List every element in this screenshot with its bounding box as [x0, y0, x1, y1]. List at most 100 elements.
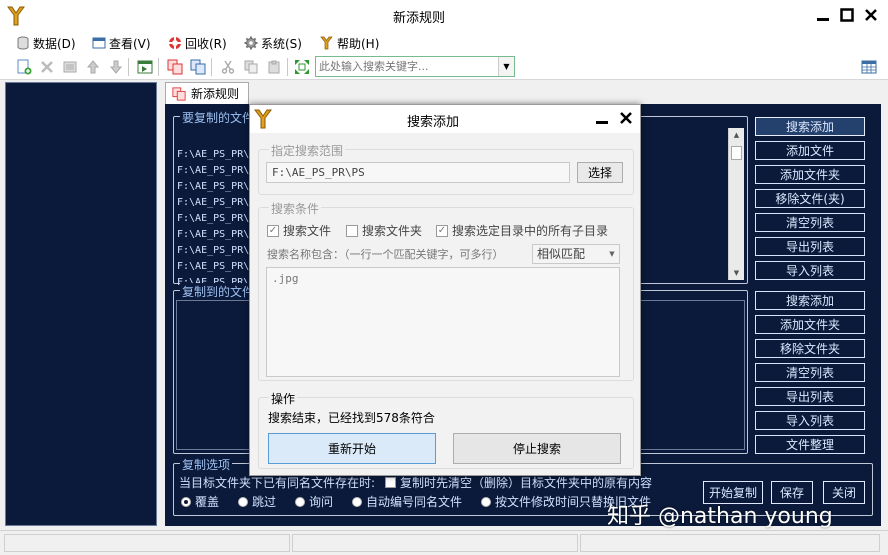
copy-icon — [244, 60, 258, 74]
menu-label: 数据(D) — [33, 36, 76, 51]
source-search-add-button[interactable]: 搜索添加 — [755, 117, 865, 136]
layout-button[interactable] — [860, 58, 878, 76]
match-mode-select[interactable]: 相似匹配 ▼ — [532, 244, 620, 264]
choose-folder-button[interactable]: 选择 — [577, 162, 623, 183]
radio-button[interactable] — [481, 496, 491, 507]
radio-label: 跳过 — [252, 495, 277, 509]
import-list-button[interactable]: 导入列表 — [755, 261, 865, 280]
dest-clear-list-button[interactable]: 清空列表 — [755, 363, 865, 382]
radio-label: 询问 — [309, 495, 334, 509]
search-subdirs-option[interactable]: ✓ 搜索选定目录中的所有子目录 — [436, 222, 608, 239]
clear-target-option[interactable]: 复制时先清空（删除）目标文件夹中的原有内容 — [385, 474, 652, 491]
copy-blue-icon — [190, 59, 206, 75]
menu-system[interactable]: 系统(S) — [244, 34, 302, 52]
source-item[interactable]: F:\AE_PS_PR\ — [177, 261, 249, 272]
menu-view[interactable]: 查看(V) — [92, 34, 151, 52]
toolbar-separator — [128, 58, 129, 76]
search-folders-option[interactable]: 搜索文件夹 — [346, 222, 422, 239]
restart-search-button[interactable]: 重新开始 — [268, 433, 436, 464]
clear-list-button[interactable]: 清空列表 — [755, 213, 865, 232]
copy-button[interactable] — [242, 58, 260, 76]
source-item[interactable]: F:\AE_PS_PR\ — [177, 245, 249, 256]
radio-auto-number[interactable]: 自动编号同名文件 — [352, 493, 462, 510]
dest-search-add-button[interactable]: 搜索添加 — [755, 291, 865, 310]
add-folder-button[interactable]: 添加文件夹 — [755, 165, 865, 184]
expand-button[interactable] — [293, 58, 311, 76]
chevron-down-icon: ▼ — [609, 250, 615, 258]
dest-export-list-button[interactable]: 导出列表 — [755, 387, 865, 406]
tab-new-rule[interactable]: 新添规则 — [165, 82, 249, 104]
existing-file-label: 当目标文件夹下已有同名文件存在时: — [179, 476, 376, 490]
radio-skip[interactable]: 跳过 — [238, 493, 276, 510]
dest-import-list-button[interactable]: 导入列表 — [755, 411, 865, 430]
remove-item-button[interactable]: 移除文件(夹) — [755, 189, 865, 208]
radio-ask[interactable]: 询问 — [295, 493, 333, 510]
search-files-option[interactable]: ✓ 搜索文件 — [267, 222, 331, 239]
menu-bar: 数据(D) 查看(V) 回收(R) 系统(S) 帮助(H) — [0, 32, 888, 54]
scroll-up-icon[interactable]: ▲ — [729, 128, 744, 142]
stop-search-button[interactable]: 停止搜索 — [453, 433, 621, 464]
match-mode-value: 相似匹配 — [537, 247, 586, 261]
export-list-button[interactable]: 导出列表 — [755, 237, 865, 256]
keywords-textarea[interactable]: .jpg — [266, 267, 620, 377]
search-folders-checkbox[interactable] — [346, 224, 358, 237]
move-up-button[interactable] — [84, 58, 102, 76]
radio-overwrite[interactable]: 覆盖 — [181, 493, 219, 510]
name-contains-label: 搜索名称包含：（一行一个匹配关键字，可多行） — [267, 248, 504, 261]
new-rule-button[interactable] — [15, 58, 33, 76]
new-document-icon — [17, 59, 32, 75]
dialog-minimize-button[interactable] — [592, 108, 612, 128]
search-dropdown-button[interactable]: ▼ — [498, 57, 514, 76]
source-item[interactable]: F:\AE_PS_PR\ — [177, 181, 249, 192]
run-button[interactable] — [136, 58, 154, 76]
chevron-down-icon: ▼ — [503, 62, 510, 71]
source-item[interactable]: F:\AE_PS_PR\ — [177, 149, 249, 160]
close-button[interactable] — [860, 4, 882, 26]
scope-path-field[interactable]: F:\AE_PS_PR\PS — [266, 162, 570, 183]
properties-button[interactable] — [61, 58, 79, 76]
menu-recycle[interactable]: 回收(R) — [168, 34, 227, 52]
search-add-dialog: 搜索添加 指定搜索范围 F:\AE_PS_PR\PS 选择 搜索条件 ✓ 搜索文… — [249, 104, 641, 476]
delete-button[interactable] — [38, 58, 56, 76]
copy-red-icon — [172, 86, 186, 101]
dest-add-folder-button[interactable]: 添加文件夹 — [755, 315, 865, 334]
arrow-down-icon — [109, 60, 123, 74]
move-down-button[interactable] — [107, 58, 125, 76]
source-item[interactable]: F:\AE_PS_PR\ — [177, 213, 249, 224]
search-files-checkbox[interactable]: ✓ — [267, 224, 279, 237]
grid-layout-icon — [861, 60, 877, 74]
dialog-title: 搜索添加 — [406, 115, 459, 130]
rule-tree-panel[interactable] — [5, 82, 157, 526]
dest-remove-folder-button[interactable]: 移除文件夹 — [755, 339, 865, 358]
menu-data[interactable]: 数据(D) — [16, 34, 76, 52]
menu-help[interactable]: 帮助(H) — [320, 34, 379, 52]
radio-button[interactable] — [295, 496, 305, 507]
radio-button[interactable] — [181, 496, 191, 507]
paste-button[interactable] — [265, 58, 283, 76]
minimize-button[interactable] — [812, 4, 834, 26]
search-input[interactable] — [316, 57, 499, 76]
source-item[interactable]: F:\AE_PS_PR\ — [177, 165, 249, 176]
organize-files-button[interactable]: 文件整理 — [755, 435, 865, 454]
source-item[interactable]: F:\AE_PS_PR\ — [177, 229, 249, 240]
copy-rule-button[interactable] — [166, 58, 184, 76]
radio-button[interactable] — [352, 496, 362, 507]
expand-icon — [295, 60, 309, 74]
radio-button[interactable] — [238, 496, 248, 507]
clear-target-checkbox[interactable] — [385, 477, 396, 488]
cut-button[interactable] — [219, 58, 237, 76]
delete-icon — [41, 61, 53, 73]
search-combo[interactable]: ▼ — [315, 56, 515, 77]
source-item[interactable]: F:\AE_PS_PR\ — [177, 197, 249, 208]
toolbar-separator — [158, 58, 159, 76]
search-subdirs-checkbox[interactable]: ✓ — [436, 224, 448, 237]
dialog-close-button[interactable] — [616, 108, 636, 128]
close-icon — [620, 112, 632, 124]
status-cell — [292, 534, 578, 552]
scroll-down-icon[interactable]: ▼ — [729, 266, 744, 280]
copy-to-button[interactable] — [189, 58, 207, 76]
source-scrollbar[interactable]: ▲ ▼ — [728, 128, 744, 280]
add-file-button[interactable]: 添加文件 — [755, 141, 865, 160]
scroll-thumb[interactable] — [731, 146, 742, 160]
maximize-button[interactable] — [836, 4, 858, 26]
